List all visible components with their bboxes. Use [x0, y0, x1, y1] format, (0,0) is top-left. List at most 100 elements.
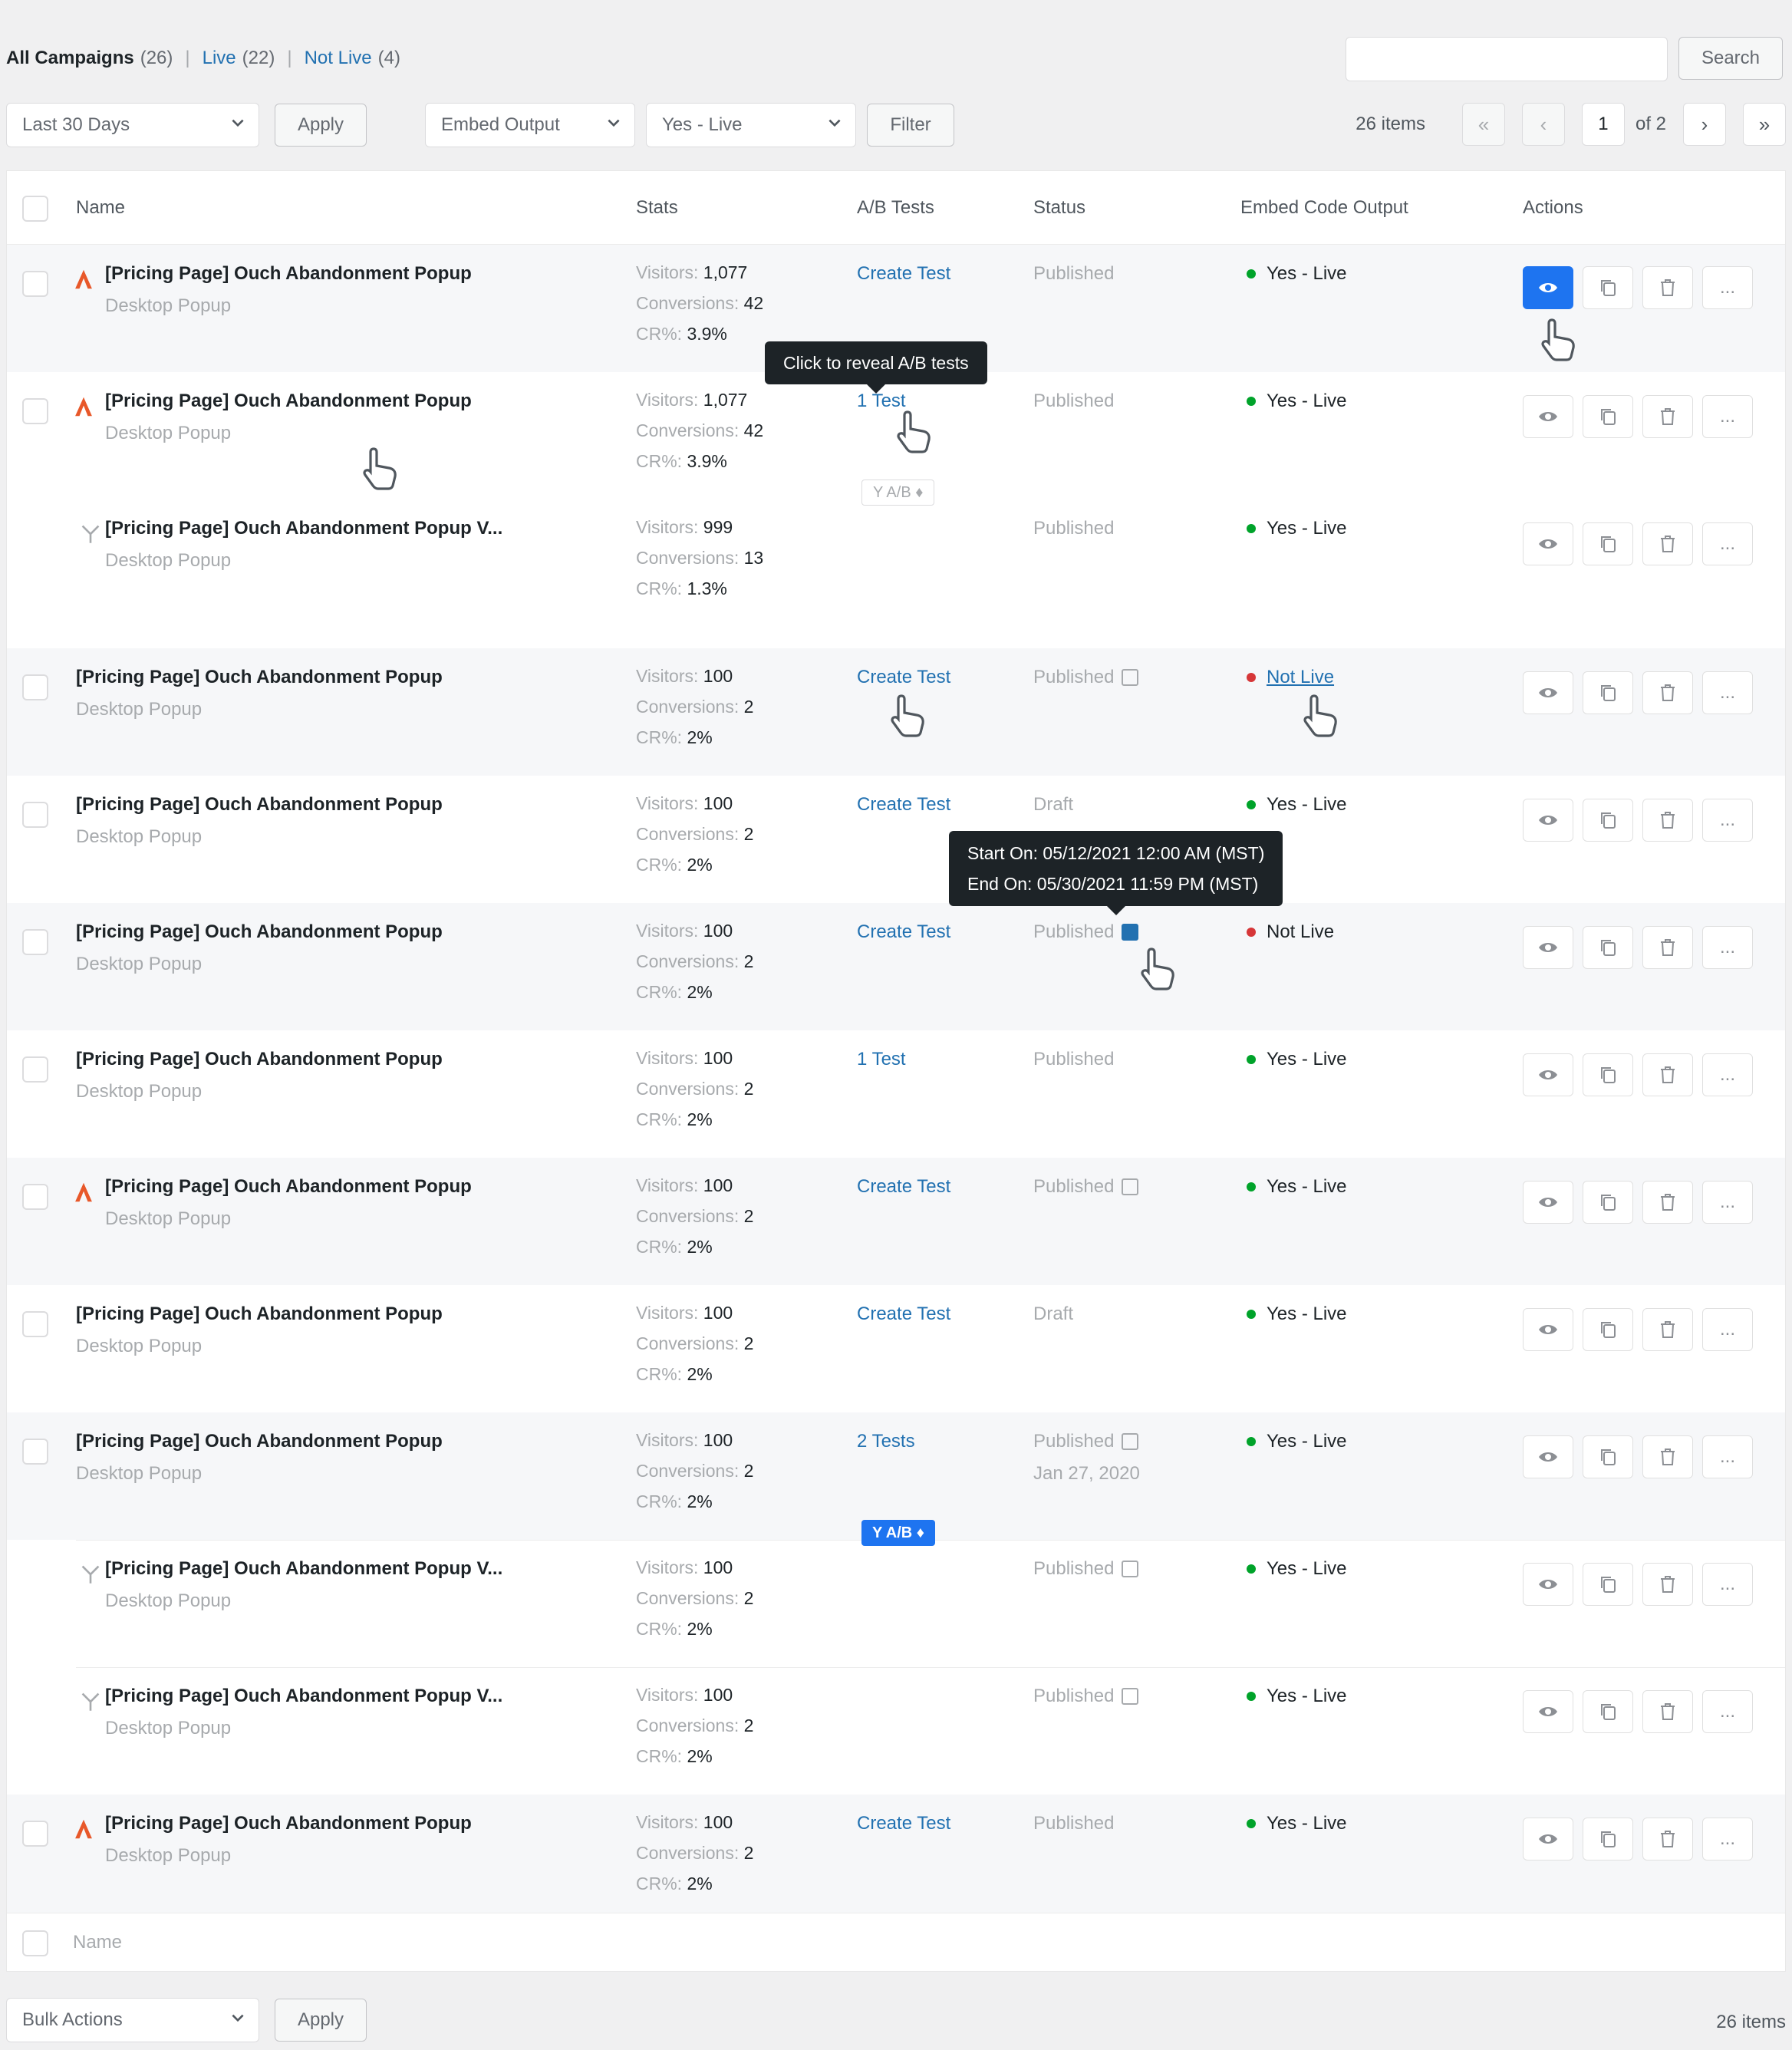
view-button[interactable]: [1523, 1563, 1573, 1606]
calendar-icon[interactable]: [1122, 1561, 1139, 1577]
view-button[interactable]: [1523, 1690, 1573, 1733]
current-page-input[interactable]: 1: [1581, 103, 1625, 146]
campaign-name[interactable]: [Pricing Page] Ouch Abandonment Popup V.…: [105, 1558, 502, 1580]
row-checkbox[interactable]: [22, 398, 48, 424]
ab-tests-link[interactable]: Create Test: [857, 921, 950, 943]
view-button[interactable]: [1523, 522, 1573, 565]
next-page-button[interactable]: ›: [1683, 103, 1726, 146]
delete-button[interactable]: [1642, 522, 1693, 565]
live-status-select[interactable]: Yes - Live: [646, 103, 856, 147]
more-actions-button[interactable]: ...: [1702, 799, 1753, 842]
delete-button[interactable]: [1642, 671, 1693, 714]
delete-button[interactable]: [1642, 266, 1693, 309]
more-actions-button[interactable]: ...: [1702, 1563, 1753, 1606]
view-button[interactable]: [1523, 1818, 1573, 1860]
more-actions-button[interactable]: ...: [1702, 1435, 1753, 1478]
col-name[interactable]: Name: [76, 197, 125, 219]
select-all-footer-checkbox[interactable]: [22, 1930, 48, 1956]
view-button[interactable]: [1523, 1181, 1573, 1224]
campaign-name[interactable]: [Pricing Page] Ouch Abandonment Popup: [105, 1813, 472, 1834]
view-all[interactable]: All Campaigns (26): [6, 48, 173, 69]
ab-tests-link[interactable]: Create Test: [857, 263, 950, 285]
campaign-name[interactable]: [Pricing Page] Ouch Abandonment Popup: [76, 1303, 443, 1325]
delete-button[interactable]: [1642, 1818, 1693, 1860]
calendar-icon[interactable]: [1122, 924, 1139, 941]
campaign-name[interactable]: [Pricing Page] Ouch Abandonment Popup: [76, 667, 443, 688]
duplicate-button[interactable]: [1583, 1435, 1633, 1478]
prev-page-button[interactable]: ‹: [1521, 103, 1565, 146]
row-checkbox[interactable]: [22, 1056, 48, 1083]
more-actions-button[interactable]: ...: [1702, 395, 1753, 438]
view-button[interactable]: [1523, 266, 1573, 309]
duplicate-button[interactable]: [1583, 522, 1633, 565]
duplicate-button[interactable]: [1583, 1563, 1633, 1606]
embed-output-select[interactable]: Embed Output: [425, 103, 635, 147]
view-not-live[interactable]: Not Live (4): [305, 48, 400, 69]
calendar-icon[interactable]: [1122, 1433, 1139, 1450]
ab-tests-link[interactable]: 2 Tests: [857, 1431, 915, 1452]
campaign-name[interactable]: [Pricing Page] Ouch Abandonment Popup: [105, 263, 472, 285]
search-button[interactable]: Search: [1678, 37, 1783, 80]
ab-tests-link[interactable]: Create Test: [857, 1813, 950, 1834]
calendar-icon[interactable]: [1122, 669, 1139, 686]
duplicate-button[interactable]: [1583, 395, 1633, 438]
filter-button[interactable]: Filter: [867, 104, 954, 147]
row-checkbox[interactable]: [22, 1439, 48, 1465]
duplicate-button[interactable]: [1583, 671, 1633, 714]
delete-button[interactable]: [1642, 395, 1693, 438]
campaign-name[interactable]: [Pricing Page] Ouch Abandonment Popup: [76, 921, 443, 943]
first-page-button[interactable]: «: [1461, 103, 1505, 146]
row-checkbox[interactable]: [22, 1311, 48, 1337]
ab-tests-link[interactable]: Create Test: [857, 1176, 950, 1198]
duplicate-button[interactable]: [1583, 1308, 1633, 1351]
duplicate-button[interactable]: [1583, 799, 1633, 842]
row-checkbox[interactable]: [22, 802, 48, 828]
ab-tests-link[interactable]: Create Test: [857, 1303, 950, 1325]
campaign-name[interactable]: [Pricing Page] Ouch Abandonment Popup V.…: [105, 1686, 502, 1707]
ab-tests-link[interactable]: Create Test: [857, 794, 950, 816]
view-button[interactable]: [1523, 799, 1573, 842]
duplicate-button[interactable]: [1583, 1053, 1633, 1096]
duplicate-button[interactable]: [1583, 1818, 1633, 1860]
embed-status[interactable]: Not Live: [1247, 667, 1334, 688]
delete-button[interactable]: [1642, 1690, 1693, 1733]
search-input[interactable]: [1346, 37, 1668, 81]
select-all-checkbox[interactable]: [22, 196, 48, 222]
row-checkbox[interactable]: [22, 1821, 48, 1847]
last-page-button[interactable]: »: [1743, 103, 1786, 146]
bulk-apply-button[interactable]: Apply: [275, 1999, 367, 2042]
campaign-name[interactable]: [Pricing Page] Ouch Abandonment Popup V.…: [105, 518, 502, 539]
duplicate-button[interactable]: [1583, 1181, 1633, 1224]
campaign-name[interactable]: [Pricing Page] Ouch Abandonment Popup: [105, 391, 472, 412]
campaign-name[interactable]: [Pricing Page] Ouch Abandonment Popup: [76, 1431, 443, 1452]
duplicate-button[interactable]: [1583, 266, 1633, 309]
duplicate-button[interactable]: [1583, 1690, 1633, 1733]
campaign-name[interactable]: [Pricing Page] Ouch Abandonment Popup: [76, 1049, 443, 1070]
view-button[interactable]: [1523, 926, 1573, 969]
more-actions-button[interactable]: ...: [1702, 1690, 1753, 1733]
view-button[interactable]: [1523, 1308, 1573, 1351]
more-actions-button[interactable]: ...: [1702, 1308, 1753, 1351]
apply-date-button[interactable]: Apply: [275, 104, 367, 147]
view-button[interactable]: [1523, 671, 1573, 714]
view-button[interactable]: [1523, 395, 1573, 438]
campaign-name[interactable]: [Pricing Page] Ouch Abandonment Popup: [76, 794, 443, 816]
more-actions-button[interactable]: ...: [1702, 266, 1753, 309]
duplicate-button[interactable]: [1583, 926, 1633, 969]
row-checkbox[interactable]: [22, 1184, 48, 1210]
more-actions-button[interactable]: ...: [1702, 1053, 1753, 1096]
ab-badge-collapsed[interactable]: Y A/B ♦: [861, 480, 935, 506]
row-checkbox[interactable]: [22, 674, 48, 700]
calendar-icon[interactable]: [1122, 1178, 1139, 1195]
more-actions-button[interactable]: ...: [1702, 671, 1753, 714]
calendar-icon[interactable]: [1122, 1688, 1139, 1705]
date-range-select[interactable]: Last 30 Days: [6, 103, 259, 147]
campaign-name[interactable]: [Pricing Page] Ouch Abandonment Popup: [105, 1176, 472, 1198]
footer-col-name[interactable]: Name: [73, 1932, 122, 1953]
view-button[interactable]: [1523, 1435, 1573, 1478]
bulk-actions-select[interactable]: Bulk Actions: [6, 1998, 259, 2042]
ab-tests-link[interactable]: Create Test: [857, 667, 950, 688]
more-actions-button[interactable]: ...: [1702, 1181, 1753, 1224]
delete-button[interactable]: [1642, 1053, 1693, 1096]
delete-button[interactable]: [1642, 1563, 1693, 1606]
